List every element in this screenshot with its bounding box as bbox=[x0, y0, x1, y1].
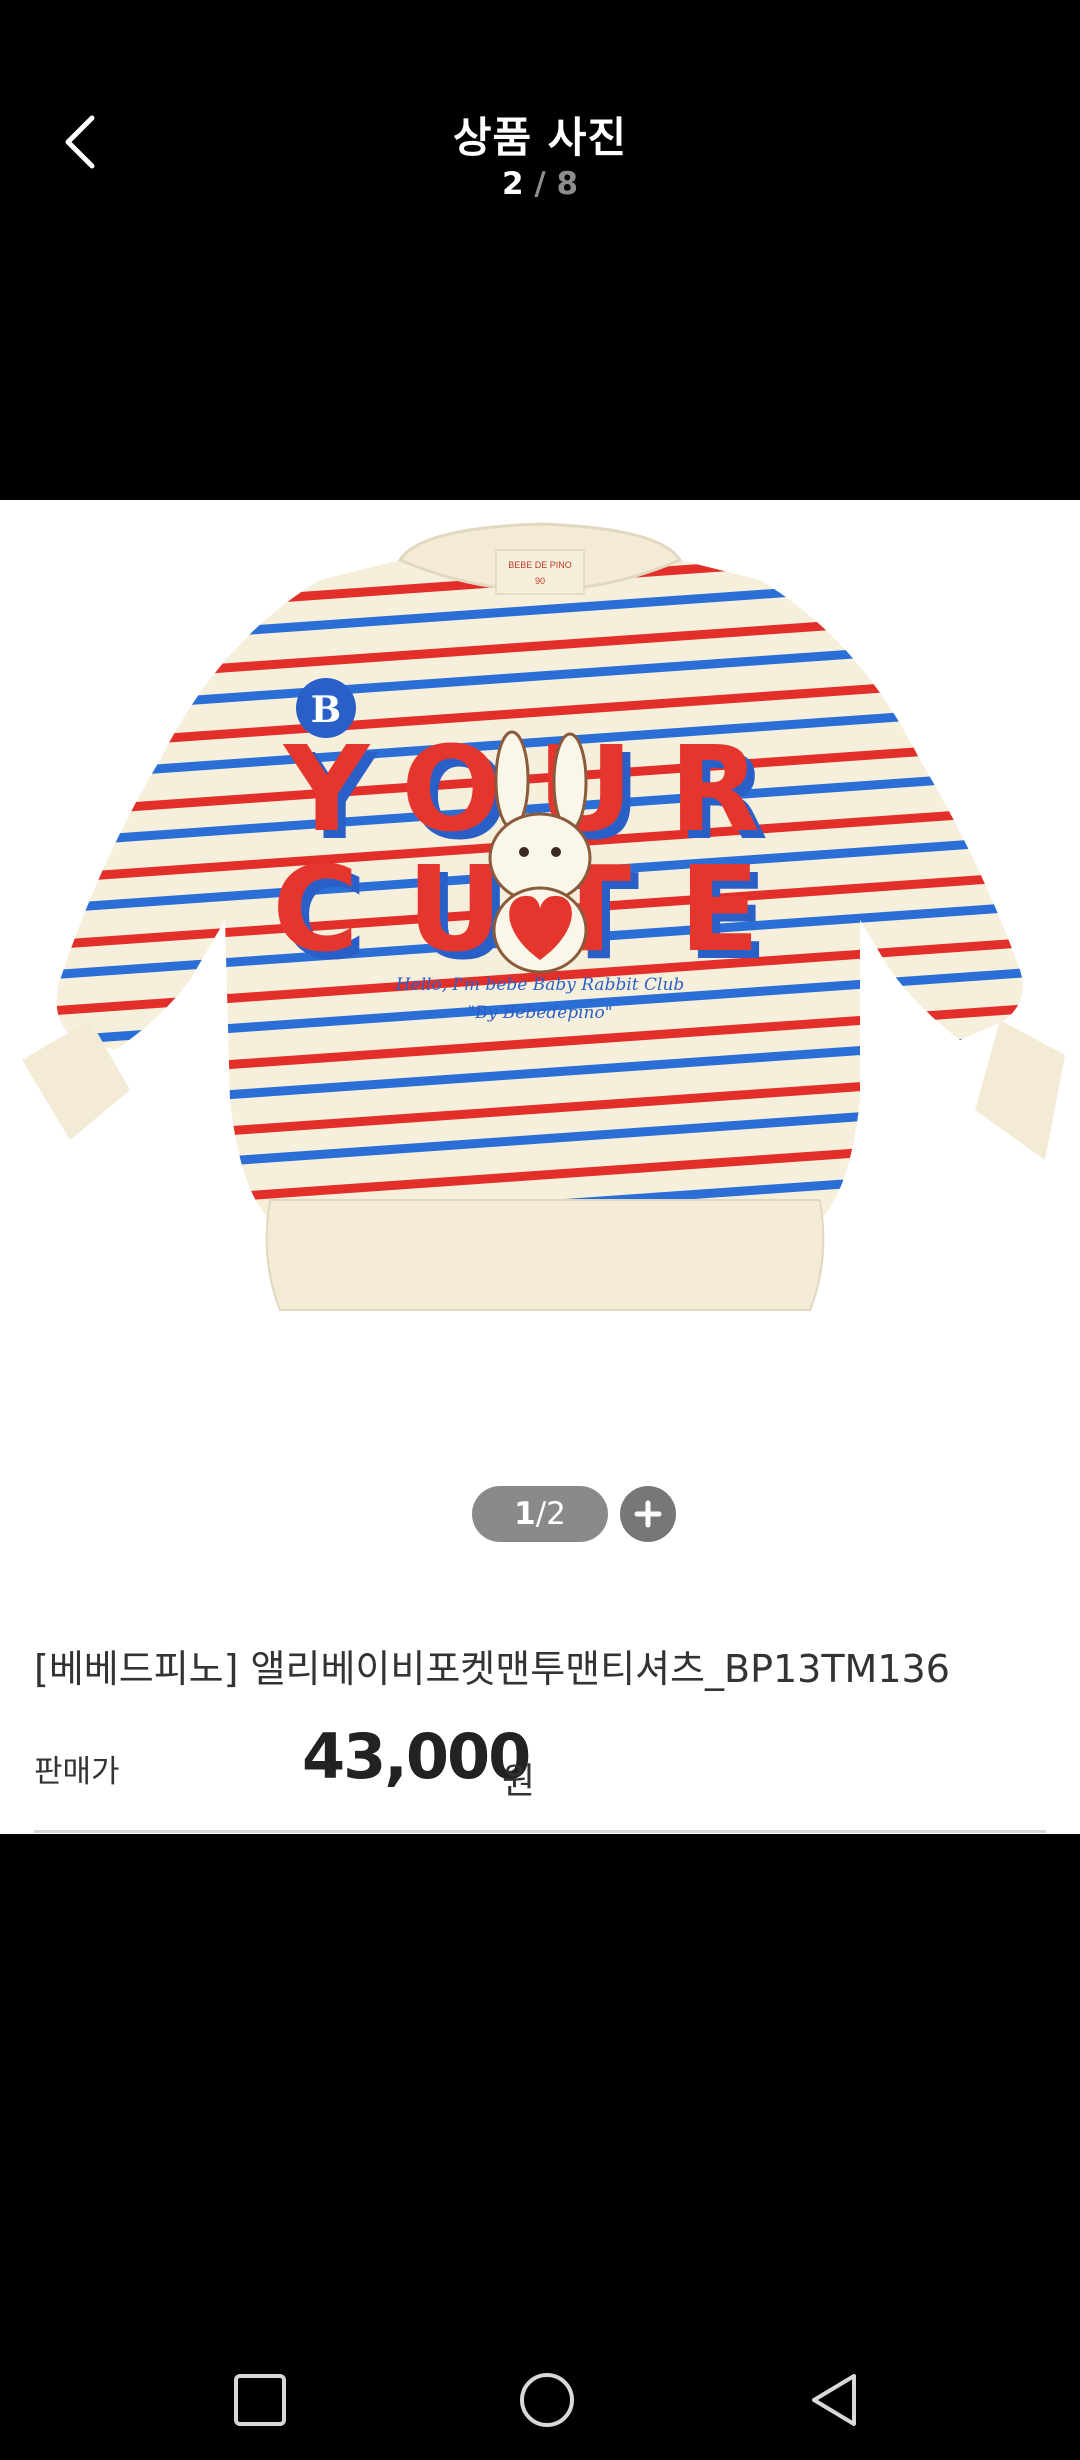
home-button[interactable] bbox=[507, 2360, 587, 2440]
pager-total: 2 bbox=[546, 1496, 566, 1532]
price-value: 43,000 bbox=[302, 1720, 531, 1793]
print-script-line1: Hello, I'm bebe Baby Rabbit Club bbox=[395, 975, 685, 995]
system-nav-bar bbox=[0, 2330, 1080, 2460]
pager-separator: / bbox=[535, 1496, 547, 1532]
triangle-back-icon bbox=[812, 2374, 856, 2426]
tag-size: 90 bbox=[535, 576, 545, 586]
price-label: 판매가 bbox=[34, 1754, 120, 1790]
tag-brand: BEBE DE PINO bbox=[508, 560, 572, 570]
photo-area: BEBE DE PINO 90 B YOUR YOUR CUTE CUTE He… bbox=[0, 500, 1080, 1834]
square-icon bbox=[234, 2374, 286, 2426]
product-name: [베베드피노] 앨리베이비포켓맨투맨티셔츠_BP13TM136 bbox=[34, 1647, 950, 1691]
zoom-button[interactable] bbox=[620, 1486, 676, 1542]
system-back-button[interactable] bbox=[794, 2360, 874, 2440]
image-pager: 1 / 2 bbox=[472, 1486, 608, 1542]
product-image[interactable]: BEBE DE PINO 90 B YOUR YOUR CUTE CUTE He… bbox=[0, 500, 1080, 1340]
page-title: 상품 사진 bbox=[452, 113, 628, 162]
price-unit: 원 bbox=[502, 1761, 536, 1802]
divider bbox=[34, 1830, 1046, 1833]
price-row: 판매가 43,000 원 bbox=[34, 1710, 1044, 1806]
counter-current: 2 bbox=[501, 166, 524, 202]
header: 상품 사진 2 / 8 bbox=[0, 0, 1080, 500]
counter-separator: / bbox=[534, 166, 546, 202]
circle-icon bbox=[520, 2373, 574, 2427]
recent-apps-button[interactable] bbox=[220, 2360, 300, 2440]
plus-icon bbox=[634, 1500, 662, 1528]
print-script-line2: "By Bebedepino" bbox=[467, 1003, 612, 1023]
pager-current: 1 bbox=[514, 1496, 536, 1532]
counter-total: 8 bbox=[556, 166, 579, 202]
photo-counter: 2 / 8 bbox=[0, 166, 1080, 202]
